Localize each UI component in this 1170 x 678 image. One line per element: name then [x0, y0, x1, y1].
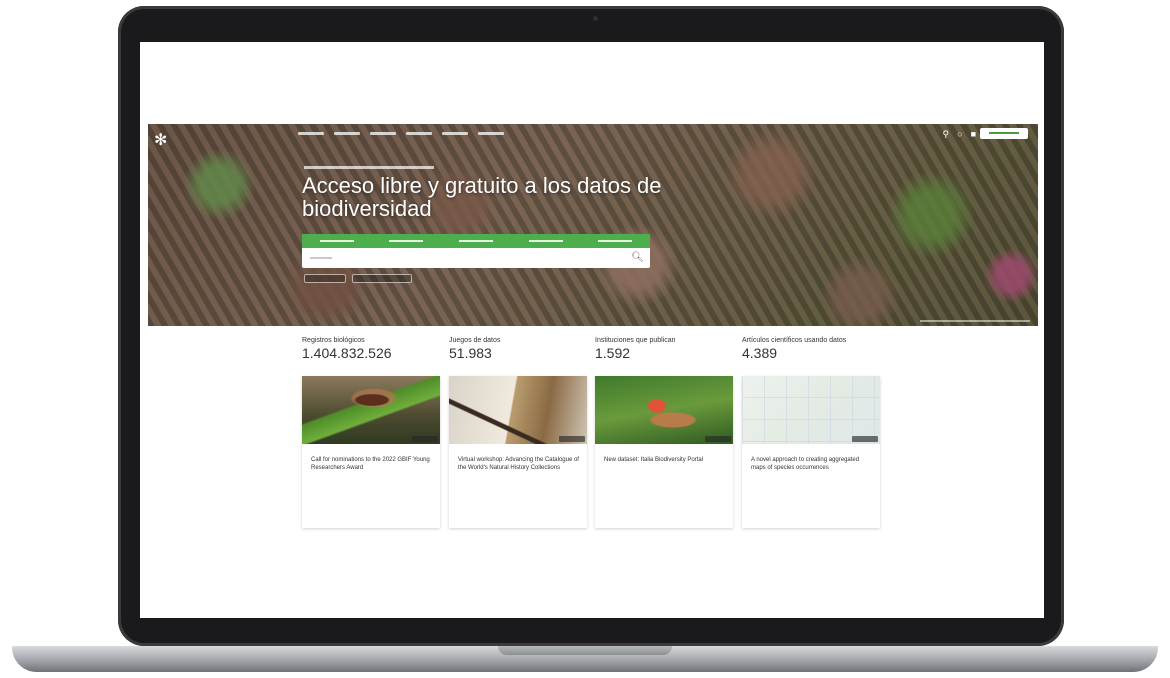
login-label — [989, 132, 1019, 134]
nav-item[interactable] — [334, 132, 360, 135]
stat-publishers[interactable]: Instituciones que publican 1.592 — [595, 337, 676, 361]
stat-label: Artículos científicos usando datos — [742, 337, 847, 344]
search-placeholder — [310, 257, 332, 259]
stat-label: Registros biológicos — [302, 337, 365, 344]
news-card-title: New dataset: Italia Biodiversity Portal — [604, 457, 704, 463]
search-submit-icon[interactable]: 🔍︎ — [631, 252, 644, 263]
news-card-title: A novel approach to creating aggregated … — [751, 457, 860, 471]
hero-overlay — [148, 124, 1038, 326]
news-card-image — [302, 376, 440, 444]
stat-label: Instituciones que publican — [595, 337, 676, 344]
nav-item[interactable] — [478, 132, 504, 135]
browser-screen: ✻ ⚲ ○ ■ Acceso libre y gratuito a los da… — [140, 42, 1044, 618]
tab-species[interactable] — [389, 240, 424, 242]
news-card[interactable]: New dataset: Italia Biodiversity Portal — [595, 376, 733, 528]
top-navigation — [298, 132, 504, 135]
stats-section: Registros biológicos 1.404.832.526 Juego… — [302, 337, 902, 367]
hero-banner: ✻ ⚲ ○ ■ Acceso libre y gratuito a los da… — [148, 124, 1038, 326]
nav-item[interactable] — [442, 132, 468, 135]
card-tag — [559, 436, 585, 442]
laptop-notch — [498, 646, 672, 655]
news-card-title: Virtual workshop: Advancing the Catalogu… — [458, 457, 579, 471]
search-input[interactable]: 🔍︎ — [302, 248, 650, 268]
nav-item[interactable] — [298, 132, 324, 135]
nav-item[interactable] — [370, 132, 396, 135]
hero-eyebrow — [304, 166, 434, 169]
stat-label: Juegos de datos — [449, 337, 501, 344]
header-icons: ⚲ ○ ■ — [943, 129, 976, 140]
stat-value: 4.389 — [742, 345, 778, 361]
stat-value: 1.404.832.526 — [302, 345, 392, 361]
news-card[interactable]: A novel approach to creating aggregated … — [742, 376, 880, 528]
gbif-logo-icon[interactable]: ✻ — [154, 130, 167, 150]
tab-resources[interactable] — [598, 240, 633, 242]
search-icon[interactable]: ○ — [957, 129, 962, 140]
hero-title: Acceso libre y gratuito a los datos de b… — [302, 173, 662, 221]
login-button[interactable] — [980, 128, 1028, 139]
card-tag — [852, 436, 878, 442]
hero-quick-links — [304, 274, 412, 283]
news-card-image — [595, 376, 733, 444]
stat-papers[interactable]: Artículos científicos usando datos 4.389 — [742, 337, 846, 361]
tab-datasets[interactable] — [458, 240, 493, 242]
camera-icon — [593, 16, 598, 21]
person-icon[interactable]: ⚲ — [943, 129, 950, 140]
card-tag — [705, 436, 731, 442]
stat-datasets[interactable]: Juegos de datos 51.983 — [449, 337, 500, 361]
news-card-image — [742, 376, 880, 444]
stat-occurrences[interactable]: Registros biológicos 1.404.832.526 — [302, 337, 392, 361]
menu-icon[interactable]: ■ — [971, 129, 976, 140]
nav-item[interactable] — [406, 132, 432, 135]
news-card-image — [449, 376, 587, 444]
news-card[interactable]: Virtual workshop: Advancing the Catalogu… — [449, 376, 587, 528]
stat-value: 51.983 — [449, 345, 492, 361]
quick-link-button[interactable] — [352, 274, 412, 283]
quick-link-button[interactable] — [304, 274, 346, 283]
news-cards: Call for nominations to the 2022 GBIF Yo… — [302, 376, 882, 528]
card-tag — [412, 436, 438, 442]
search-tabs — [302, 234, 650, 248]
tab-occurrences[interactable] — [319, 240, 354, 242]
news-card-title: Call for nominations to the 2022 GBIF Yo… — [311, 457, 430, 471]
photo-credit[interactable] — [920, 320, 1030, 322]
tab-publishers[interactable] — [528, 240, 563, 242]
news-card[interactable]: Call for nominations to the 2022 GBIF Yo… — [302, 376, 440, 528]
stat-value: 1.592 — [595, 345, 631, 361]
